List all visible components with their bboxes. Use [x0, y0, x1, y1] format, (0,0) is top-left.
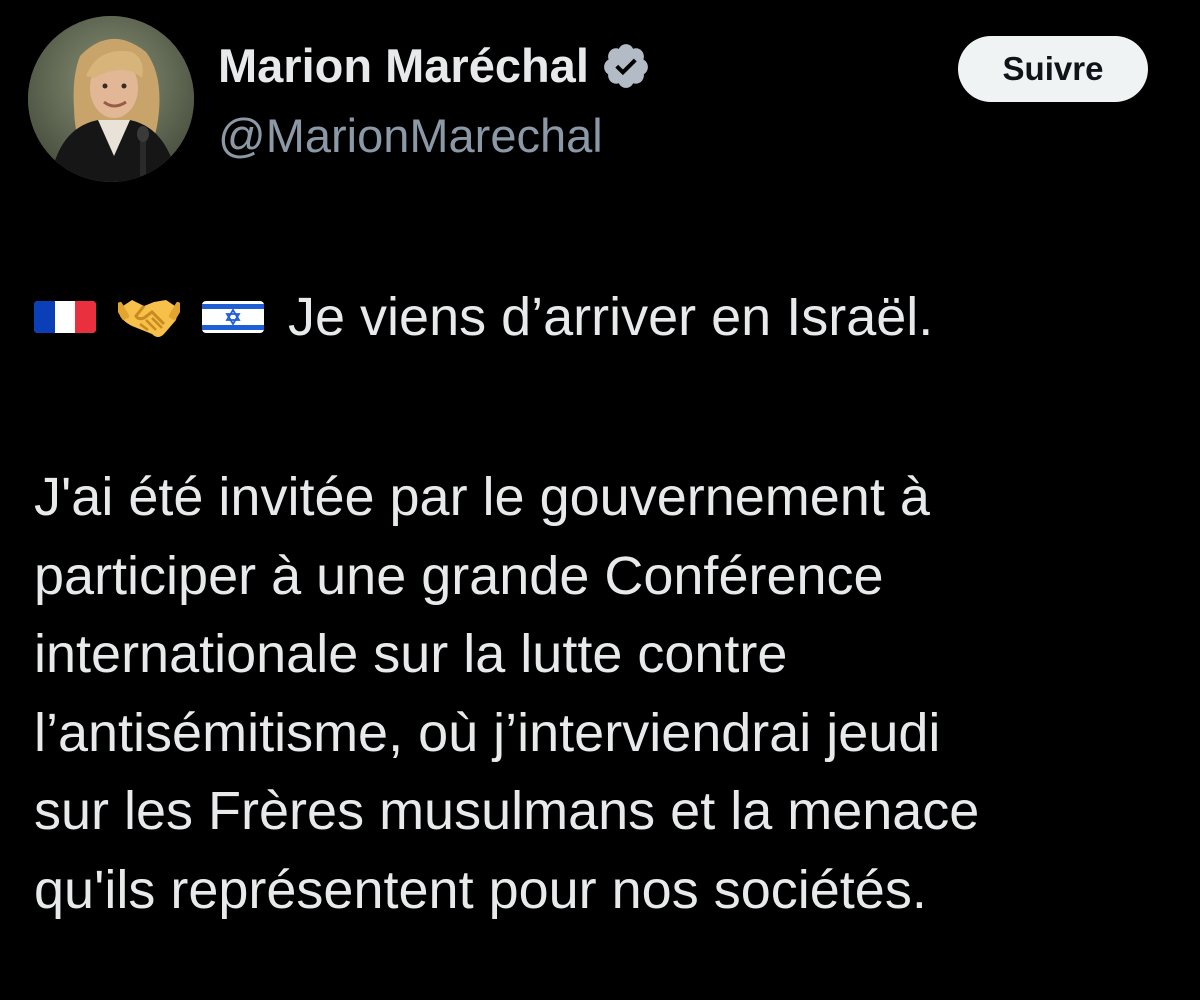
follow-button[interactable]: Suivre: [958, 36, 1148, 102]
tweet-first-line: Je viens d’arriver en Israël.: [34, 286, 933, 348]
tweet-body-line: participer à une grande Conférence: [34, 545, 884, 606]
verified-badge-icon: [601, 41, 651, 91]
tweet-body-line: sur les Frères musulmans et la menace: [34, 781, 980, 841]
author-display-name[interactable]: Marion Maréchal: [218, 38, 589, 93]
tweet-body-line: J'ai été invitée par le gouvernement à: [34, 467, 930, 527]
handshake-icon: [118, 290, 180, 344]
tweet-body-line: l’antisémitisme, où j’interviendrai jeud…: [34, 702, 941, 763]
tweet-body-line: qu'ils représentent pour nos sociétés.: [34, 859, 927, 920]
israel-flag-icon: [202, 290, 264, 344]
tweet-first-line-text: Je viens d’arriver en Israël.: [288, 287, 934, 347]
author-name-row: Marion Maréchal: [218, 38, 651, 93]
tweet-card: Marion Maréchal @MarionMarechal Suivre J…: [0, 0, 1200, 1000]
tweet-body: J'ai été invitée par le gouvernement à p…: [34, 458, 1174, 929]
tweet-body-line: internationale sur la lutte contre: [34, 624, 788, 684]
avatar[interactable]: [28, 16, 194, 182]
france-flag-icon: [34, 290, 96, 344]
author-handle[interactable]: @MarionMarechal: [218, 108, 603, 163]
